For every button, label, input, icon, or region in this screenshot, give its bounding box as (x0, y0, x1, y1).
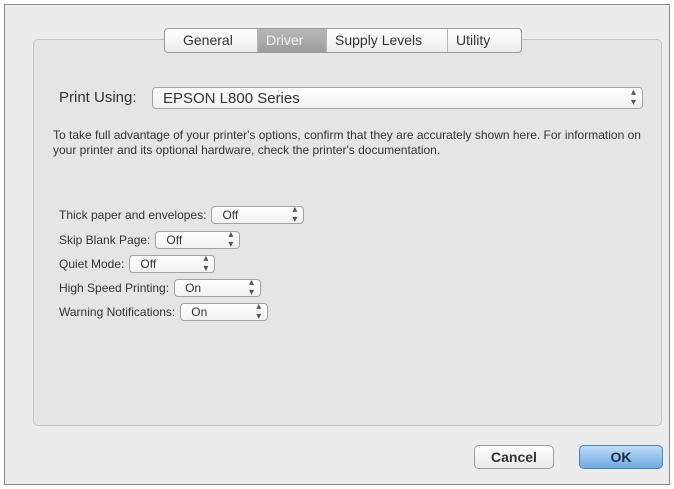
driver-description: To take full advantage of your printer's… (53, 128, 641, 157)
printer-options-dialog: Print Using: EPSON L800 Series ▴ ▾ To tak… (4, 4, 670, 485)
up-down-chevron-icon: ▴ ▾ (292, 203, 298, 225)
skip-blank-page-popup[interactable]: Off ▴ ▾ (155, 228, 241, 250)
setting-label: High Speed Printing: (59, 280, 170, 295)
setting-label: Skip Blank Page: (59, 232, 151, 247)
setting-value: On (185, 280, 202, 295)
cancel-button[interactable]: Cancel (474, 445, 554, 469)
tab-general[interactable]: General (165, 29, 257, 52)
up-down-chevron-icon: ▴ ▾ (228, 228, 234, 250)
setting-value: Off (222, 207, 239, 222)
setting-thick-paper: Thick paper and envelopes: Off ▴ ▾ (59, 203, 305, 225)
up-down-chevron-icon: ▴ ▾ (203, 252, 209, 274)
quiet-mode-popup[interactable]: Off ▴ ▾ (129, 252, 216, 274)
setting-quiet-mode: Quiet Mode: Off ▴ ▾ (59, 252, 216, 274)
print-using-label: Print Using: (59, 89, 137, 106)
tab-bar: General Driver Supply Levels Utility (164, 28, 522, 53)
settings-panel: Print Using: EPSON L800 Series ▴ ▾ To tak… (33, 39, 662, 426)
setting-value: Off (166, 232, 183, 247)
print-using-value: EPSON L800 Series (163, 89, 300, 107)
print-using-popup[interactable]: EPSON L800 Series ▴ ▾ (152, 87, 643, 109)
setting-label: Thick paper and envelopes: (59, 207, 207, 222)
thick-paper-popup[interactable]: Off ▴ ▾ (211, 203, 305, 225)
setting-label: Warning Notifications: (59, 304, 176, 319)
setting-value: Off (140, 256, 157, 271)
setting-warning-notifications: Warning Notifications: On ▴ ▾ (59, 300, 269, 322)
tab-utility[interactable]: Utility (447, 29, 521, 52)
setting-value: On (191, 304, 208, 319)
up-down-chevron-icon: ▴ ▾ (249, 276, 255, 298)
warning-notifications-popup[interactable]: On ▴ ▾ (180, 300, 269, 322)
ok-button[interactable]: OK (579, 445, 663, 469)
setting-high-speed-printing: High Speed Printing: On ▴ ▾ (59, 276, 262, 298)
tab-supply-levels[interactable]: Supply Levels (326, 29, 447, 52)
tab-driver[interactable]: Driver (257, 29, 326, 52)
up-down-chevron-icon: ▴ ▾ (630, 87, 636, 108)
up-down-chevron-icon: ▴ ▾ (256, 300, 262, 322)
setting-label: Quiet Mode: (59, 256, 125, 271)
high-speed-printing-popup[interactable]: On ▴ ▾ (174, 276, 262, 298)
setting-skip-blank-page: Skip Blank Page: Off ▴ ▾ (59, 228, 241, 250)
